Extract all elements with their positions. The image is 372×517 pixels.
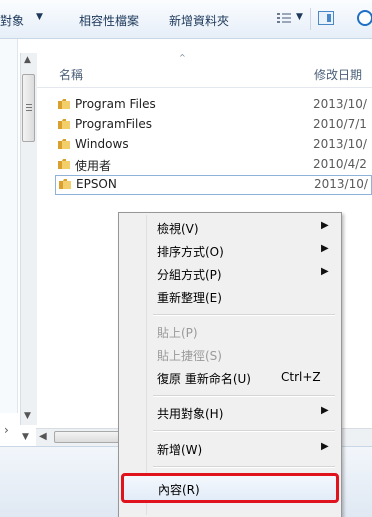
list-item[interactable]: ProgramFiles 2010/7/1 [55,116,372,134]
list-item[interactable]: Program Files 2013/10/ [55,96,372,114]
menu-item-label: 共用對象(H) [157,407,224,421]
context-menu: 檢視(V) ▶ 排序方式(O) ▶ 分組方式(P) ▶ 重新整理(E) 貼上(P… [118,212,342,517]
new-folder-button[interactable]: 新增資料夾 [169,12,229,29]
file-name: 使用者 [75,159,112,173]
file-name: Windows [75,137,129,151]
folder-icon [58,119,70,129]
view-options-icon[interactable] [277,12,291,24]
chevron-down-icon[interactable]: ▼ [36,12,43,22]
file-date: 2010/7/1 [313,117,367,131]
submenu-arrow-icon: ▶ [321,243,329,254]
menu-item-group-by[interactable]: 分組方式(P) ▶ [121,263,337,285]
scrollbar-thumb[interactable] [22,74,35,142]
menu-item-label: 貼上捷徑(S) [157,349,222,363]
menu-item-new[interactable]: 新增(W) ▶ [121,438,337,460]
nav-scroll-down-icon[interactable]: ▼ [22,432,29,442]
folder-icon [59,179,71,189]
help-icon[interactable] [357,10,372,26]
vertical-scrollbar[interactable]: ▲ ▼ [20,53,38,425]
column-header-date[interactable]: 修改日期 [314,66,362,83]
menu-item-properties[interactable]: 內容(R) [121,473,339,503]
submenu-arrow-icon: ▶ [321,405,329,416]
menu-item-label: 分組方式(P) [157,268,222,282]
pane-edge-icon: › [4,423,9,437]
menu-item-view[interactable]: 檢視(V) ▶ [121,217,337,239]
menu-separator [153,314,335,316]
file-name: ProgramFiles [75,117,152,131]
menu-item-refresh[interactable]: 重新整理(E) [121,286,337,308]
menu-item-label: 內容(R) [158,483,200,497]
explorer-window: 對象 ▼ 相容性檔案 新增資料夾 ▼ ▲ ▼ › ▼ ^ 名稱 修改日期 Pro… [0,0,372,517]
menu-separator [153,395,335,397]
scroll-down-icon[interactable]: ▼ [24,411,31,421]
grip-icon [26,104,32,112]
file-name: Program Files [75,97,156,111]
file-date: 2013/10/ [313,97,367,111]
compatibility-files-button[interactable]: 相容性檔案 [79,12,139,29]
sort-ascending-icon: ^ [179,53,186,62]
list-item[interactable]: 使用者 2010/4/2 [55,156,372,174]
file-date: 2013/10/ [314,177,368,191]
folder-icon [58,139,70,149]
menu-item-sort-by[interactable]: 排序方式(O) ▶ [121,240,337,262]
preview-pane-icon[interactable] [318,11,334,25]
submenu-arrow-icon: ▶ [321,220,329,231]
file-name: EPSON [76,177,117,191]
menu-item-label: 排序方式(O) [157,245,224,259]
menu-item-paste: 貼上(P) [121,321,337,343]
keyboard-shortcut: Ctrl+Z [281,370,321,384]
scroll-left-icon[interactable]: ◀ [39,431,47,442]
menu-item-label: 檢視(V) [157,222,199,236]
include-in-library-button[interactable]: 對象 [0,12,24,29]
file-date: 2010/4/2 [313,157,367,171]
menu-item-undo-rename[interactable]: 復原 重新命名(U) Ctrl+Z [121,367,337,389]
menu-item-label: 復原 重新命名(U) [157,372,251,386]
menu-item-label: 新增(W) [157,443,203,457]
folder-icon [58,99,70,109]
menu-item-label: 貼上(P) [157,326,198,340]
navigation-pane [0,39,18,413]
submenu-arrow-icon: ▶ [321,266,329,277]
command-bar: 對象 ▼ 相容性檔案 新增資料夾 ▼ [0,0,372,39]
scroll-up-icon[interactable]: ▲ [24,55,31,65]
menu-item-paste-shortcut: 貼上捷徑(S) [121,344,337,366]
menu-item-share-with[interactable]: 共用對象(H) ▶ [121,402,337,424]
toolbar-divider [310,8,311,30]
view-dropdown-icon[interactable]: ▼ [296,12,303,22]
header-divider [37,87,372,88]
menu-separator [153,466,335,468]
submenu-arrow-icon: ▶ [321,441,329,452]
menu-item-label: 重新整理(E) [157,291,222,305]
menu-separator [153,430,335,432]
list-item[interactable]: Windows 2013/10/ [55,136,372,154]
folder-icon [58,159,70,169]
file-date: 2013/10/ [313,137,367,151]
column-header-name[interactable]: 名稱 [59,66,83,83]
list-item-selected[interactable]: EPSON 2013/10/ [55,175,372,195]
